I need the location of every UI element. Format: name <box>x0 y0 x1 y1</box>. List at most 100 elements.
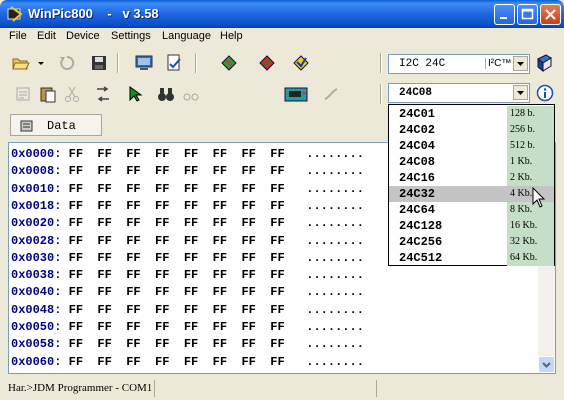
hex-address: 0x0020: <box>11 216 62 231</box>
hex-ascii: ........ <box>306 164 364 179</box>
write-chip-icon[interactable] <box>258 54 276 72</box>
device-option[interactable]: 24C128 16 Kb. <box>389 218 554 234</box>
hex-row[interactable]: 0x0060: FF FF FF FF FF FF FF FF ........ <box>11 355 364 371</box>
scroll-down-button[interactable] <box>538 356 555 373</box>
device-dropdown-arrow[interactable] <box>513 85 528 100</box>
title-bar[interactable]: WinPic800 - v 3.58 <box>0 0 564 28</box>
hex-address: 0x0048: <box>11 302 62 317</box>
chip-data-icon <box>20 120 33 132</box>
hex-bytes[interactable]: FF FF FF FF FF FF FF FF <box>69 320 285 334</box>
hex-ascii: ........ <box>306 198 364 213</box>
hex-bytes[interactable]: FF FF FF FF FF FF FF FF <box>69 199 285 213</box>
device-option-name: 24C128 <box>399 219 443 233</box>
paste-icon[interactable] <box>39 85 57 103</box>
hex-bytes[interactable]: FF FF FF FF FF FF FF FF <box>69 285 285 299</box>
device-select[interactable]: 24C08 <box>388 83 530 103</box>
maximize-icon <box>521 8 534 20</box>
hex-row[interactable]: 0x0028: FF FF FF FF FF FF FF FF ........ <box>11 234 364 250</box>
hex-ascii: ........ <box>306 147 364 161</box>
verify-chip-icon[interactable] <box>292 54 310 72</box>
device-option[interactable]: 24C32 4 Kb. <box>389 186 554 202</box>
hex-row[interactable]: 0x0020: FF FF FF FF FF FF FF FF ........ <box>11 216 364 232</box>
hex-ascii: ........ <box>306 216 364 231</box>
cursor-icon[interactable] <box>126 85 144 103</box>
binoculars-icon[interactable] <box>157 85 175 103</box>
hex-row[interactable]: 0x0008: FF FF FF FF FF FF FF FF ........ <box>11 164 364 180</box>
device-dropdown-list[interactable]: 24C01 128 b. 24C02 256 b. 24C04 512 b. 24C08 1 … <box>388 104 555 266</box>
device-option[interactable]: 24C16 2 Kb. <box>389 170 554 186</box>
hex-bytes[interactable]: FF FF FF FF FF FF FF FF <box>69 234 285 248</box>
hex-bytes[interactable]: FF FF FF FF FF FF FF FF <box>69 182 285 196</box>
hex-ascii: ........ <box>306 354 364 369</box>
menu-file[interactable]: File <box>9 30 27 42</box>
book-icon[interactable] <box>535 54 553 72</box>
device-option-size: 1 Kb. <box>507 154 554 170</box>
refresh-icon[interactable] <box>58 54 76 72</box>
menu-help[interactable]: Help <box>220 30 243 42</box>
cable-icon[interactable] <box>322 85 340 103</box>
device-option[interactable]: 24C08 1 Kb. <box>389 154 554 170</box>
chevron-down-icon[interactable] <box>36 54 46 72</box>
tab-data[interactable]: Data <box>10 114 102 136</box>
device-option-size: 512 b. <box>507 138 554 154</box>
hex-row[interactable]: 0x0058: FF FF FF FF FF FF FF FF ........ <box>11 337 364 353</box>
open-folder-icon[interactable] <box>12 54 30 72</box>
hex-row[interactable]: 0x0018: FF FF FF FF FF FF FF FF ........ <box>11 199 364 215</box>
menu-settings[interactable]: Settings <box>111 30 151 42</box>
hex-row[interactable]: 0x0000: FF FF FF FF FF FF FF FF ........ <box>11 147 364 163</box>
transfer-icon[interactable] <box>94 85 112 103</box>
main-toolbar: I2C 24C I²C™ <box>0 48 564 78</box>
hex-bytes[interactable]: FF FF FF FF FF FF FF FF <box>69 216 285 230</box>
close-button[interactable] <box>540 4 561 25</box>
device-select-value: 24C08 <box>399 87 433 99</box>
device-option[interactable]: 24C512 64 Kb. <box>389 250 554 266</box>
device-option[interactable]: 24C01 128 b. <box>389 106 554 122</box>
device-option-size: 128 b. <box>507 106 554 122</box>
device-option-name: 24C01 <box>399 107 436 121</box>
device-option[interactable]: 24C64 8 Kb. <box>389 202 554 218</box>
hex-row[interactable]: 0x0050: FF FF FF FF FF FF FF FF ........ <box>11 320 364 336</box>
status-bar: Har.>JDM Programmer - COM1 <box>0 378 564 400</box>
hex-bytes[interactable]: FF FF FF FF FF FF FF FF <box>69 164 285 178</box>
status-text: Har.>JDM Programmer - COM1 <box>8 382 153 394</box>
maximize-button[interactable] <box>517 4 538 25</box>
menu-edit[interactable]: Edit <box>37 30 56 42</box>
menu-device[interactable]: Device <box>66 30 100 42</box>
minimize-button[interactable] <box>494 4 515 25</box>
info-icon[interactable] <box>536 84 554 102</box>
hex-row[interactable]: 0x0048: FF FF FF FF FF FF FF FF ........ <box>11 303 364 319</box>
hex-row[interactable]: 0x0010: FF FF FF FF FF FF FF FF ........ <box>11 182 364 198</box>
device-option[interactable]: 24C04 512 b. <box>389 138 554 154</box>
properties-icon[interactable] <box>14 85 32 103</box>
i2c-chip-label: I²C™ <box>485 58 511 69</box>
hex-address: 0x0040: <box>11 285 62 300</box>
check-document-icon[interactable] <box>165 54 183 72</box>
hex-bytes[interactable]: FF FF FF FF FF FF FF FF <box>69 355 285 369</box>
device-option[interactable]: 24C256 32 Kb. <box>389 234 554 250</box>
save-icon[interactable] <box>90 54 108 72</box>
device-option[interactable]: 24C02 256 b. <box>389 122 554 138</box>
hex-bytes[interactable]: FF FF FF FF FF FF FF FF <box>69 303 285 317</box>
find-next-icon[interactable] <box>182 85 200 103</box>
hex-row[interactable]: 0x0040: FF FF FF FF FF FF FF FF ........ <box>11 285 364 301</box>
hex-bytes[interactable]: FF FF FF FF FF FF FF FF <box>69 268 285 282</box>
hex-address: 0x0008: <box>11 164 62 179</box>
hex-bytes[interactable]: FF FF FF FF FF FF FF FF <box>69 337 285 351</box>
cut-icon[interactable] <box>63 85 81 103</box>
family-dropdown-arrow[interactable] <box>513 56 528 71</box>
device-option-size: 256 b. <box>507 122 554 138</box>
read-chip-icon[interactable] <box>220 54 238 72</box>
hex-address: 0x0050: <box>11 320 62 334</box>
hex-address: 0x0058: <box>11 337 62 352</box>
hex-row[interactable]: 0x0030: FF FF FF FF FF FF FF FF ........ <box>11 251 364 267</box>
hex-row[interactable]: 0x0038: FF FF FF FF FF FF FF FF ........ <box>11 268 364 284</box>
hex-bytes[interactable]: FF FF FF FF FF FF FF FF <box>69 147 285 161</box>
hex-ascii: ........ <box>306 181 364 196</box>
device-option-size: 2 Kb. <box>507 170 554 186</box>
hex-bytes[interactable]: FF FF FF FF FF FF FF FF <box>69 251 285 265</box>
device-family-select[interactable]: I2C 24C I²C™ <box>388 54 530 74</box>
device-option-name: 24C256 <box>399 235 443 249</box>
monitor-icon[interactable] <box>135 54 153 72</box>
menu-language[interactable]: Language <box>162 30 211 42</box>
programmer-board-icon[interactable] <box>284 85 310 103</box>
